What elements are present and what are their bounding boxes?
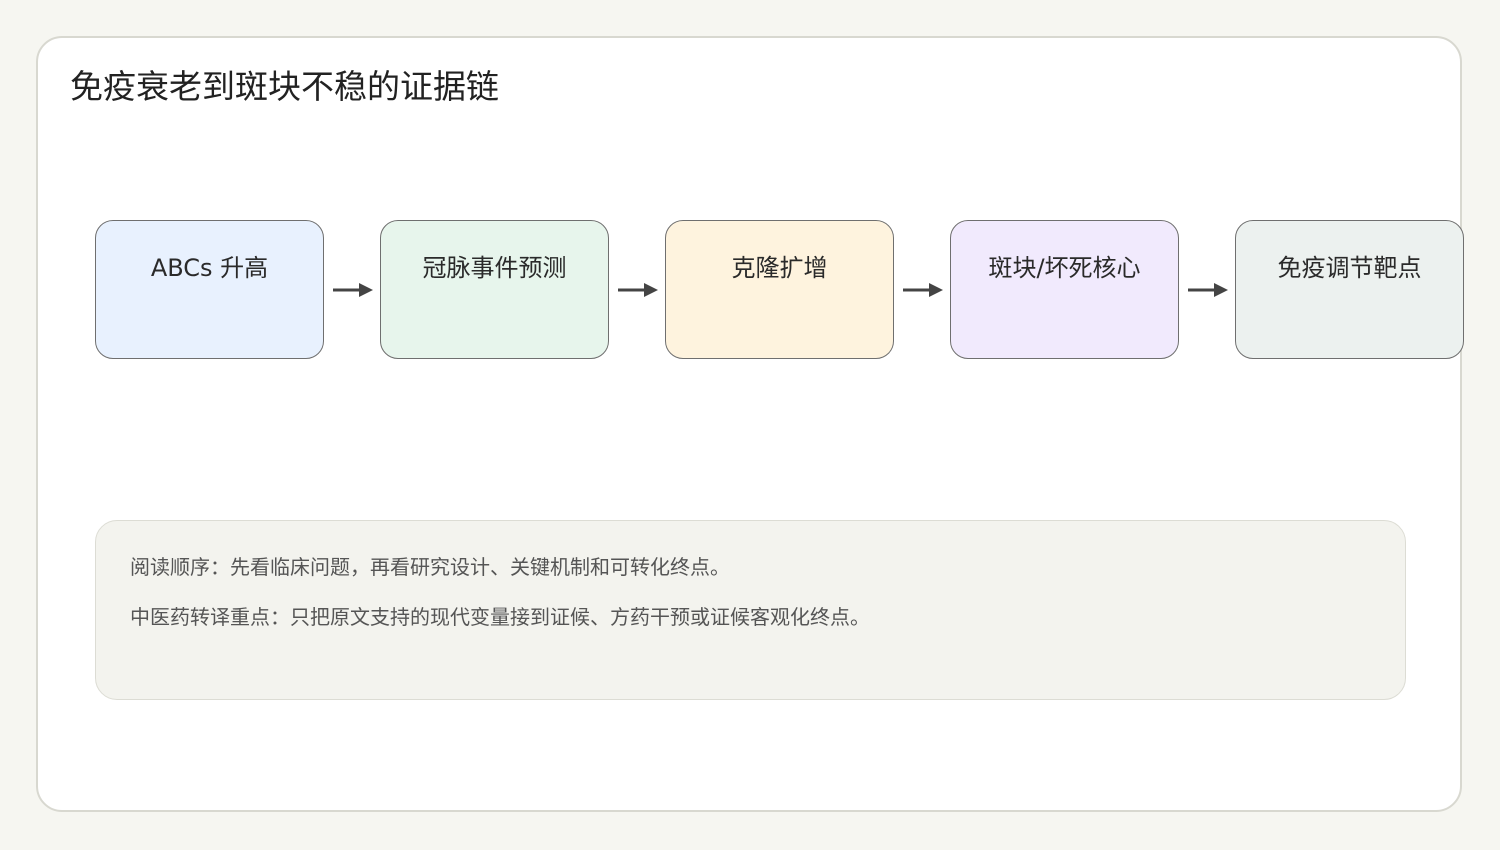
arrow-right-icon: [903, 283, 943, 297]
step-node-plaque-necrotic-core: 斑块/坏死核心: [950, 220, 1179, 359]
step-node-coronary-events: 冠脉事件预测: [380, 220, 609, 359]
step-node-clonal-expansion: 克隆扩增: [665, 220, 894, 359]
note-reading-order: 阅读顺序：先看临床问题，再看研究设计、关键机制和可转化终点。: [130, 555, 730, 579]
diagram-title: 免疫衰老到斑块不稳的证据链: [70, 67, 499, 106]
step-label: 免疫调节靶点: [1277, 254, 1422, 282]
step-label: 冠脉事件预测: [422, 254, 567, 282]
step-label: 斑块/坏死核心: [988, 254, 1141, 282]
notes-panel: 阅读顺序：先看临床问题，再看研究设计、关键机制和可转化终点。 中医药转译重点：只…: [95, 520, 1406, 700]
step-label: ABCs 升高: [150, 254, 269, 282]
arrow-right-icon: [1188, 283, 1228, 297]
arrow-right-icon: [333, 283, 373, 297]
note-tcm-translation: 中医药转译重点：只把原文支持的现代变量接到证候、方药干预或证候客观化终点。: [130, 605, 870, 629]
step-node-abcs: ABCs 升高: [95, 220, 324, 359]
arrow-right-icon: [618, 283, 658, 297]
step-node-immune-target: 免疫调节靶点: [1235, 220, 1464, 359]
step-label: 克隆扩增: [731, 254, 828, 282]
